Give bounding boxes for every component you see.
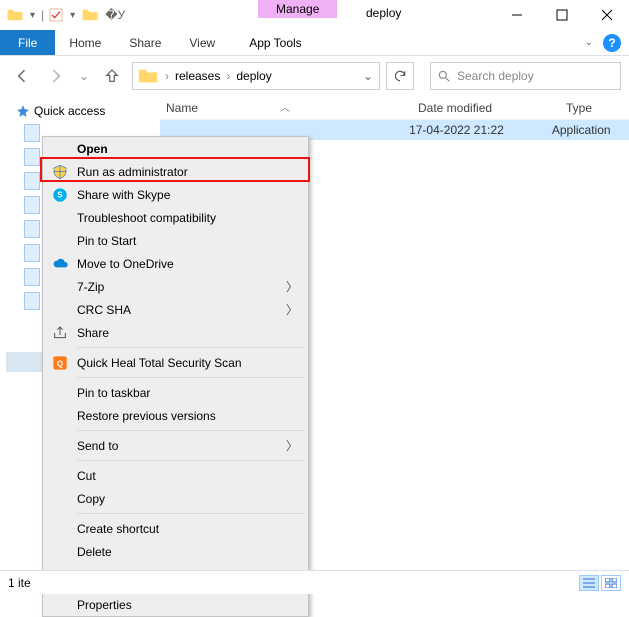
context-menu: Open Run as administrator S Share with S… (42, 136, 309, 617)
share-icon (51, 324, 69, 342)
navigation-pane: Quick access (0, 96, 160, 118)
qat-dropdown[interactable]: ▾ (28, 10, 37, 21)
expand-ribbon-icon[interactable]: ⌄ (585, 37, 593, 48)
help-button[interactable]: ? (603, 34, 621, 52)
menu-properties[interactable]: Properties (43, 593, 308, 616)
column-headers: Name ︿ Date modified Type (160, 96, 629, 120)
menu-separator (77, 377, 304, 378)
menu-create-shortcut[interactable]: Create shortcut (43, 517, 308, 540)
svg-text:Q: Q (57, 359, 63, 368)
share-tab[interactable]: Share (115, 30, 175, 55)
menu-troubleshoot[interactable]: Troubleshoot compatibility (43, 206, 308, 229)
close-button[interactable] (584, 0, 629, 30)
sidebar-obscured-items (24, 124, 40, 310)
quick-access-toolbar: ▾ | ▾ �У (0, 6, 125, 24)
manage-contextual-tab[interactable]: Manage (258, 0, 337, 18)
menu-separator (77, 513, 304, 514)
ribbon-tabs: File Home Share View App Tools ⌄ ? (0, 30, 629, 56)
title-bar: ▾ | ▾ �У Manage deploy (0, 0, 629, 30)
checkbox-icon[interactable] (48, 7, 64, 23)
file-date-cell: 17-04-2022 21:22 (409, 123, 552, 137)
search-placeholder: Search deploy (457, 69, 534, 83)
menu-separator (77, 430, 304, 431)
refresh-button[interactable] (386, 62, 414, 90)
window-title: deploy (346, 6, 401, 20)
column-date[interactable]: Date modified (418, 101, 566, 115)
sort-indicator-icon: ︿ (280, 99, 290, 114)
menu-open[interactable]: Open (43, 137, 308, 160)
file-tab[interactable]: File (0, 30, 55, 55)
nav-recent-dropdown[interactable]: ⌄ (76, 62, 92, 90)
menu-copy[interactable]: Copy (43, 487, 308, 510)
maximize-button[interactable] (539, 0, 584, 30)
view-tab[interactable]: View (175, 30, 229, 55)
folder-icon (81, 6, 99, 24)
menu-quickheal-scan[interactable]: Q Quick Heal Total Security Scan (43, 351, 308, 374)
menu-restore-versions[interactable]: Restore previous versions (43, 404, 308, 427)
menu-delete[interactable]: Delete (43, 540, 308, 563)
onedrive-icon (51, 255, 69, 273)
file-type-cell: Application (552, 123, 629, 137)
status-bar: 1 ite (0, 570, 629, 594)
shield-icon (51, 163, 69, 181)
app-tools-tab[interactable]: App Tools (235, 30, 315, 55)
navigation-bar: ⌄ › releases › deploy ⌄ Search deploy (0, 56, 629, 96)
thumbnails-view-button[interactable] (601, 575, 621, 591)
folder-icon (6, 6, 24, 24)
address-bar[interactable]: › releases › deploy ⌄ (132, 62, 380, 90)
search-box[interactable]: Search deploy (430, 62, 621, 90)
column-type[interactable]: Type (566, 101, 626, 115)
svg-text:S: S (57, 190, 63, 199)
menu-pin-taskbar[interactable]: Pin to taskbar (43, 381, 308, 404)
skype-icon: S (51, 186, 69, 204)
menu-separator (77, 460, 304, 461)
menu-7zip[interactable]: 7-Zip〉 (43, 275, 308, 298)
menu-separator (77, 347, 304, 348)
menu-crc-sha[interactable]: CRC SHA〉 (43, 298, 308, 321)
home-tab[interactable]: Home (55, 30, 115, 55)
menu-pin-start[interactable]: Pin to Start (43, 229, 308, 252)
folder-icon (137, 65, 159, 87)
submenu-arrow-icon: 〉 (286, 278, 308, 295)
breadcrumb-deploy[interactable]: deploy (232, 69, 275, 83)
menu-share[interactable]: Share (43, 321, 308, 344)
star-icon (16, 104, 30, 118)
details-view-button[interactable] (579, 575, 599, 591)
menu-cut[interactable]: Cut (43, 464, 308, 487)
breadcrumb-releases[interactable]: releases (171, 69, 224, 83)
address-dropdown[interactable]: ⌄ (357, 69, 379, 83)
submenu-arrow-icon: 〉 (286, 437, 308, 454)
submenu-arrow-icon: 〉 (286, 301, 308, 318)
column-name[interactable]: Name ︿ (160, 101, 418, 115)
nav-back-button[interactable] (8, 62, 36, 90)
quickheal-icon: Q (51, 354, 69, 372)
minimize-button[interactable] (494, 0, 539, 30)
quick-access-node[interactable]: Quick access (16, 104, 160, 118)
menu-share-skype[interactable]: S Share with Skype (43, 183, 308, 206)
menu-send-to[interactable]: Send to〉 (43, 434, 308, 457)
status-item-count: 1 ite (8, 576, 31, 590)
search-icon (437, 69, 451, 83)
menu-move-onedrive[interactable]: Move to OneDrive (43, 252, 308, 275)
nav-up-button[interactable] (98, 62, 126, 90)
menu-run-as-administrator[interactable]: Run as administrator (43, 160, 308, 183)
nav-forward-button[interactable] (42, 62, 70, 90)
qat-dropdown-2[interactable]: ▾ (68, 10, 77, 21)
